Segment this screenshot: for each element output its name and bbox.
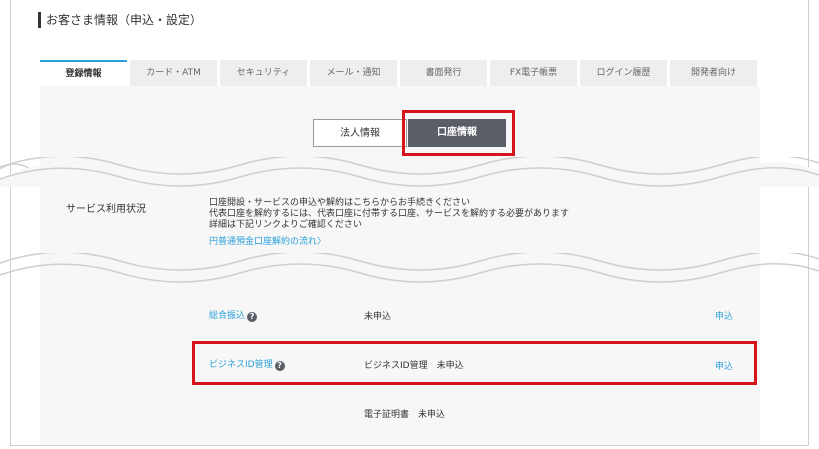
service-note-3: 詳細は下記リンクよりご確認ください <box>209 220 362 230</box>
tab-mail-notice[interactable]: メール・通知 <box>310 60 397 86</box>
tab-bar: 登録情報 カード・ATM セキュリティ メール・通知 書面発行 FX電子帳票 ロ… <box>40 60 760 86</box>
bulk-transfer-link[interactable]: 総合振込 <box>209 311 245 321</box>
tab-security[interactable]: セキュリティ <box>220 60 307 86</box>
cut-wave-top <box>0 157 819 187</box>
tab-registration[interactable]: 登録情報 <box>40 60 127 86</box>
service-note-1: 口座開設・サービスの申込や解約はこちらからお手続きください <box>209 198 471 208</box>
certificate-status: 電子証明書 未申込 <box>364 410 446 420</box>
cut-wave-bottom <box>0 253 819 283</box>
help-icon[interactable]: ? <box>247 312 258 322</box>
corporate-info-button[interactable]: 法人情報 <box>313 119 407 147</box>
table-row: 総合振込? <box>209 308 258 322</box>
bulk-transfer-status: 未申込 <box>364 312 392 322</box>
page-title: お客さま情報（申込・設定） <box>38 12 202 28</box>
tab-document[interactable]: 書面発行 <box>400 60 487 86</box>
account-info-button[interactable]: 口座情報 <box>408 119 506 147</box>
tab-card-atm[interactable]: カード・ATM <box>130 60 217 86</box>
business-id-link[interactable]: ビジネスID管理 <box>209 360 273 370</box>
table-row: ビジネスID管理? <box>209 357 285 371</box>
tab-login-history[interactable]: ログイン履歴 <box>580 60 667 86</box>
business-id-status: ビジネスID管理 未申込 <box>364 361 464 371</box>
tab-fx-report[interactable]: FX電子帳票 <box>490 60 577 86</box>
help-icon[interactable]: ? <box>274 361 285 371</box>
business-id-apply-link[interactable]: 申込 <box>715 359 733 372</box>
service-status-label: サービス利用状況 <box>66 204 146 215</box>
bulk-transfer-apply-link[interactable]: 申込 <box>715 309 733 322</box>
account-closure-link[interactable]: 円普通預金口座解約の流れ〉 <box>209 237 326 248</box>
service-note-2: 代表口座を解約するには、代表口座に付帯する口座、サービスを解約する必要があります <box>209 209 570 219</box>
tab-developer[interactable]: 開発者向け <box>670 60 757 86</box>
